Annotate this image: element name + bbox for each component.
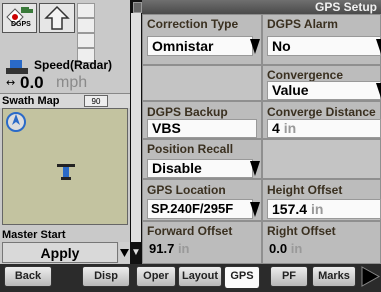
dgps-backup-dropdown[interactable]: VBS — [147, 119, 257, 138]
tab-oper[interactable]: Oper — [136, 266, 176, 287]
up-arrow-icon — [44, 5, 70, 30]
compass-icon — [6, 112, 26, 132]
right-offset-unit: in — [290, 241, 303, 256]
master-start-label: Master Start — [2, 229, 66, 241]
empty-cell — [142, 65, 262, 101]
forward-offset-readout: 91.7 in — [149, 241, 190, 256]
correction-type-cell: Correction Type Omnistar — [142, 14, 262, 65]
home-button[interactable] — [39, 3, 75, 33]
forward-offset-cell[interactable]: Forward Offset 91.7 in — [142, 221, 262, 264]
blank-grid — [76, 3, 112, 63]
converge-distance-input[interactable]: 4 in — [267, 119, 381, 138]
right-offset-readout: 0.0 in — [269, 241, 302, 256]
dgps-backup-cell: DGPS Backup VBS — [142, 101, 262, 139]
dgps-status-button[interactable]: DGPS — [2, 3, 38, 33]
height-offset-cell: Height Offset 157.4 in — [262, 179, 381, 221]
tab-marks[interactable]: Marks — [312, 266, 356, 287]
top-icon-row: DGPS — [2, 3, 112, 63]
height-offset-label: Height Offset — [267, 183, 343, 197]
next-page-button[interactable] — [360, 266, 381, 287]
dgps-alarm-value: No — [272, 38, 291, 54]
forward-offset-unit: in — [177, 241, 190, 256]
convergence-status-cell: Convergence Status Value — [262, 65, 381, 101]
converge-distance-value: 4 — [272, 120, 280, 136]
speed-value: 0.0 — [20, 73, 44, 92]
chevron-down-icon — [250, 161, 260, 176]
menu-icon[interactable] — [133, 2, 142, 13]
tab-pf[interactable]: PF — [270, 266, 308, 287]
chevron-down-icon — [376, 39, 381, 54]
correction-type-value: Omnistar — [152, 38, 214, 54]
tab-disp[interactable]: Disp — [82, 266, 130, 287]
page-title: GPS Setup — [314, 0, 377, 14]
swath-zoom-badge[interactable]: 90 — [84, 95, 108, 107]
correction-type-label: Correction Type — [147, 17, 239, 31]
right-offset-value: 0.0 — [269, 241, 288, 256]
position-recall-value: Disable — [152, 160, 202, 176]
tab-back[interactable]: Back — [4, 266, 52, 287]
swath-map-header: Swath Map 90 — [0, 93, 130, 108]
forward-offset-value: 91.7 — [149, 241, 175, 256]
swath-map-title: Swath Map — [2, 95, 60, 107]
apply-button[interactable]: Apply — [2, 242, 118, 263]
convergence-status-dropdown[interactable]: Value — [267, 81, 381, 100]
convergence-status-value: Value — [272, 82, 309, 98]
gps-location-value: SP.240F/295F — [151, 201, 234, 216]
dgps-alarm-cell: DGPS Alarm No — [262, 14, 381, 65]
left-panel: DGPS ↔ Speed(Radar) 0.0 mph Swath Map 90 — [0, 0, 130, 264]
position-recall-label: Position Recall — [147, 142, 234, 156]
speed-label: Speed(Radar) — [34, 58, 113, 72]
converge-distance-unit: in — [283, 120, 297, 136]
height-offset-input[interactable]: 157.4 in — [267, 199, 381, 219]
down-arrow-icon — [120, 249, 129, 257]
scrollbar-thumb[interactable] — [131, 13, 141, 242]
height-offset-unit: in — [310, 201, 324, 217]
svg-text:↔: ↔ — [6, 76, 15, 88]
converge-distance-label: Converge Distance — [267, 105, 376, 119]
vehicle-icon — [57, 164, 75, 180]
dgps-backup-value: VBS — [152, 120, 181, 136]
gps-location-dropdown[interactable]: SP.240F/295F — [147, 199, 253, 219]
chevron-down-icon — [376, 83, 381, 98]
dgps-backup-label: DGPS Backup — [147, 105, 228, 119]
speed-unit: mph — [56, 74, 88, 91]
scroll-down-button[interactable] — [119, 242, 130, 263]
forward-offset-label: Forward Offset — [147, 224, 233, 238]
dgps-alarm-label: DGPS Alarm — [267, 17, 338, 31]
scroll-down-arrow[interactable]: ▼ — [131, 244, 141, 262]
tab-gps[interactable]: GPS — [224, 266, 260, 288]
dgps-label: DGPS — [11, 21, 31, 28]
swath-map[interactable] — [2, 108, 128, 225]
right-offset-label: Right Offset — [267, 224, 336, 238]
correction-type-dropdown[interactable]: Omnistar — [147, 36, 253, 56]
chevron-down-icon — [250, 39, 260, 54]
gps-location-cell: GPS Location SP.240F/295F — [142, 179, 262, 221]
right-offset-cell[interactable]: Right Offset 0.0 in — [262, 221, 381, 264]
speed-readout: ↔ Speed(Radar) 0.0 mph — [4, 58, 128, 92]
position-recall-cell: Position Recall Disable — [142, 139, 262, 179]
tab-layout[interactable]: Layout — [178, 266, 222, 287]
chevron-down-icon — [250, 202, 260, 217]
play-arrow-icon — [361, 266, 381, 287]
gps-location-label: GPS Location — [147, 183, 226, 197]
height-offset-value: 157.4 — [272, 201, 308, 217]
dgps-alarm-dropdown[interactable]: No — [267, 36, 381, 56]
converge-distance-cell: Converge Distance 4 in — [262, 101, 381, 139]
page-header: GPS Setup — [142, 0, 381, 14]
empty-cell — [262, 139, 381, 179]
position-recall-dropdown[interactable]: Disable — [147, 159, 253, 178]
